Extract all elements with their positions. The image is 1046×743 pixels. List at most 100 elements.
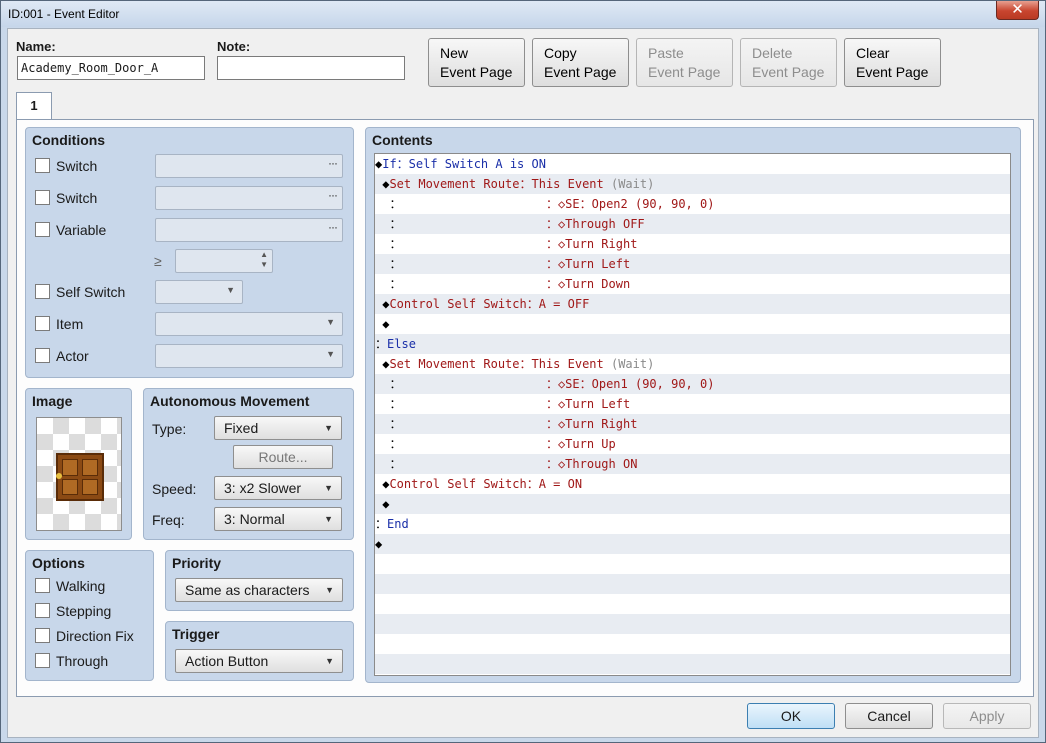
autonomous-movement-group: Autonomous Movement Type: Fixed ▼ Route.…	[143, 388, 354, 540]
switch2-checkbox[interactable]	[35, 190, 50, 205]
command-row[interactable]: ◆If：Self Switch A is ON	[375, 154, 1010, 174]
command-segment: This Event	[531, 177, 611, 191]
command-row[interactable]: ： ：◇Turn Left	[375, 394, 1010, 414]
self-switch-label: Self Switch	[56, 284, 126, 300]
type-select[interactable]: Fixed ▼	[214, 416, 342, 440]
command-row[interactable]	[375, 574, 1010, 594]
command-row[interactable]: ：Else	[375, 334, 1010, 354]
command-row[interactable]: ： ：◇SE：Open2 (90, 90, 0)	[375, 194, 1010, 214]
self-switch-select[interactable]: ▼	[155, 280, 243, 304]
walking-label: Walking	[56, 578, 106, 594]
command-row[interactable]: ◆Set Movement Route：This Event (Wait)	[375, 174, 1010, 194]
route-button[interactable]: Route...	[233, 445, 333, 469]
chevron-down-icon: ▼	[226, 285, 235, 295]
options-group: Options Walking Stepping Direction Fix T…	[25, 550, 154, 681]
command-row[interactable]: ： ：◇Turn Up	[375, 434, 1010, 454]
command-segment: This Event	[531, 357, 611, 371]
actor-select[interactable]: ▼	[155, 344, 343, 368]
command-row[interactable]: ◆	[375, 494, 1010, 514]
command-segment: ◆	[375, 357, 390, 371]
image-preview[interactable]	[36, 417, 122, 531]
freq-select[interactable]: 3: Normal ▼	[214, 507, 342, 531]
variable-value-spinner[interactable]: ▲ ▼	[175, 249, 273, 273]
item-select[interactable]: ▼	[155, 312, 343, 336]
command-row[interactable]	[375, 614, 1010, 634]
switch2-select[interactable]: ···	[155, 186, 343, 210]
stepping-checkbox[interactable]	[35, 603, 50, 618]
direction-fix-checkbox[interactable]	[35, 628, 50, 643]
command-row[interactable]: ： ：◇Turn Down	[375, 274, 1010, 294]
command-row[interactable]: ◆Control Self Switch：A = OFF	[375, 294, 1010, 314]
actor-checkbox[interactable]	[35, 348, 50, 363]
command-segment: ：	[375, 377, 402, 391]
trigger-select[interactable]: Action Button ▼	[175, 649, 343, 673]
delete-event-page-button[interactable]: Delete Event Page	[740, 38, 837, 87]
chevron-down-icon: ▼	[326, 317, 335, 327]
button-line-1: New	[440, 45, 469, 61]
note-label: Note:	[217, 39, 251, 54]
cancel-button[interactable]: Cancel	[845, 703, 933, 729]
command-segment: ：	[375, 257, 402, 271]
command-row[interactable]: ： ：◇Turn Left	[375, 254, 1010, 274]
button-line-1: Clear	[856, 45, 890, 61]
close-icon[interactable]: ✕	[996, 1, 1039, 20]
type-value: Fixed	[224, 420, 259, 436]
command-segment: ：◇SE：Open2 (90, 90, 0)	[401, 197, 715, 211]
command-segment: ：◇Turn Right	[401, 417, 638, 431]
tab-page-1[interactable]: 1	[16, 92, 52, 120]
command-segment: Else	[387, 337, 416, 351]
switch1-checkbox[interactable]	[35, 158, 50, 173]
command-segment: ◆	[375, 177, 390, 191]
command-row[interactable]	[375, 654, 1010, 674]
priority-value: Same as characters	[185, 582, 310, 598]
new-event-page-button[interactable]: New Event Page	[428, 38, 525, 87]
walking-checkbox[interactable]	[35, 578, 50, 593]
chevron-down-icon: ▼	[324, 423, 333, 433]
command-row[interactable]: ：End	[375, 514, 1010, 534]
command-row[interactable]: ◆Control Self Switch：A = ON	[375, 474, 1010, 494]
command-row[interactable]: ◆	[375, 534, 1010, 554]
priority-title: Priority	[172, 555, 222, 571]
command-row[interactable]	[375, 594, 1010, 614]
button-line-1: Paste	[648, 45, 684, 61]
command-row[interactable]	[375, 554, 1010, 574]
event-command-list[interactable]: ◆If：Self Switch A is ON ◆Set Movement Ro…	[374, 153, 1011, 676]
conditions-title: Conditions	[32, 132, 106, 148]
command-row[interactable]: ◆	[375, 314, 1010, 334]
command-segment: ：	[375, 337, 388, 351]
switch1-select[interactable]: ···	[155, 154, 343, 178]
event-editor-window: ID:001 - Event Editor ✕ Name: Academy_Ro…	[0, 0, 1046, 743]
command-row[interactable]: ： ：◇Through OFF	[375, 214, 1010, 234]
command-row[interactable]: ： ：◇Turn Right	[375, 234, 1010, 254]
command-segment: ◆	[375, 317, 390, 331]
self-switch-checkbox[interactable]	[35, 284, 50, 299]
command-row[interactable]	[375, 634, 1010, 654]
speed-select[interactable]: 3: x2 Slower ▼	[214, 476, 342, 500]
item-checkbox[interactable]	[35, 316, 50, 331]
spinner-arrows-icon[interactable]: ▲ ▼	[260, 250, 268, 270]
apply-button[interactable]: Apply	[943, 703, 1031, 729]
clear-event-page-button[interactable]: Clear Event Page	[844, 38, 941, 87]
title-bar[interactable]: ID:001 - Event Editor ✕	[1, 1, 1045, 27]
options-title: Options	[32, 555, 85, 571]
ok-button[interactable]: OK	[747, 703, 835, 729]
door-icon	[56, 453, 104, 501]
operator-label: ≥	[154, 253, 162, 269]
note-input[interactable]	[217, 56, 405, 80]
command-segment: ：	[375, 237, 402, 251]
command-segment: End	[387, 517, 409, 531]
command-row[interactable]: ： ：◇Through ON	[375, 454, 1010, 474]
command-segment: ：◇Through ON	[401, 457, 638, 471]
command-row[interactable]: ： ：◇Turn Right	[375, 414, 1010, 434]
name-input[interactable]: Academy_Room_Door_A	[17, 56, 205, 80]
through-checkbox[interactable]	[35, 653, 50, 668]
priority-select[interactable]: Same as characters ▼	[175, 578, 343, 602]
variable-select[interactable]: ···	[155, 218, 343, 242]
variable-checkbox[interactable]	[35, 222, 50, 237]
command-row[interactable]: ： ：◇SE：Open1 (90, 90, 0)	[375, 374, 1010, 394]
chevron-down-icon: ▼	[325, 585, 334, 595]
paste-event-page-button[interactable]: Paste Event Page	[636, 38, 733, 87]
copy-event-page-button[interactable]: Copy Event Page	[532, 38, 629, 87]
command-segment: ◆	[375, 537, 383, 551]
command-row[interactable]: ◆Set Movement Route：This Event (Wait)	[375, 354, 1010, 374]
